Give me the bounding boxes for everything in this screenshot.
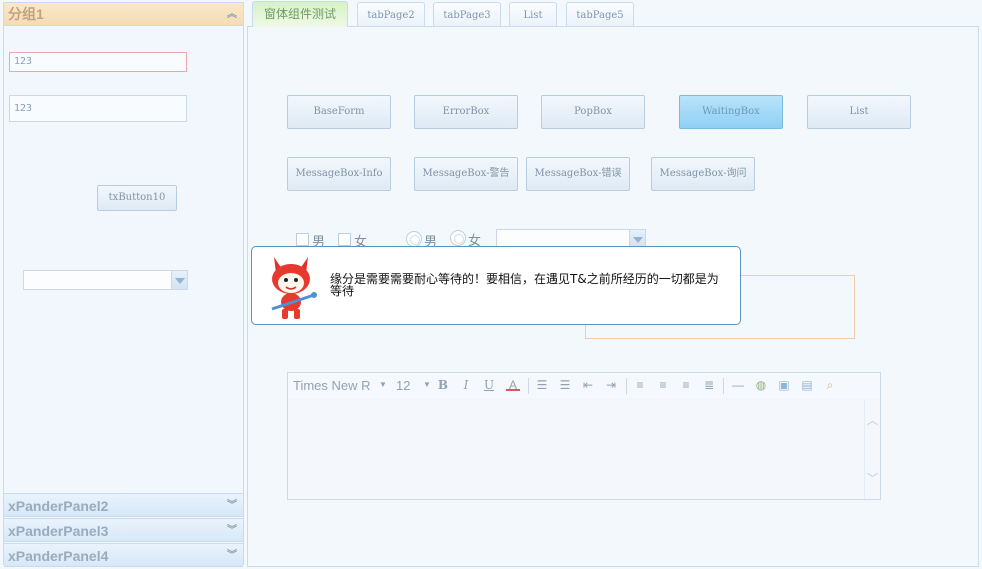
left-accordion-panel: 分组1 ︽ 123 123 txButton10 xPanderPanel2 ︾… [3,2,244,567]
indent-icon[interactable]: ⇥ [604,378,618,392]
tab-list[interactable]: List [509,2,557,26]
rich-text-editor: Times New R ▼ 12 ▼ B I U A ☰ ☰ ⇤ ⇥ ≡ ≡ ≡… [287,372,881,500]
left-combobox[interactable] [23,270,188,290]
expand-chevron-icon[interactable]: ︾ [227,544,237,568]
justify-icon[interactable]: ≣ [702,378,716,392]
font-size-select[interactable]: 12 [396,378,410,393]
checkbox-male[interactable] [296,233,309,246]
tab-tabpage3[interactable]: tabPage3 [433,2,501,26]
txbutton10-button[interactable]: txButton10 [97,185,177,211]
messagebox-warning-button[interactable]: MessageBox-警告 [414,157,518,191]
editor-scrollbar[interactable]: ︿ ﹀ [864,400,880,499]
checkbox-female[interactable] [338,233,351,246]
panel4-title: xPanderPanel4 [8,548,109,564]
panel3-title: xPanderPanel3 [8,523,109,539]
scroll-down-icon[interactable]: ﹀ [867,470,878,486]
toolbar-separator [723,378,724,394]
group1-title: 分组1 [8,6,44,22]
panel2-title: xPanderPanel2 [8,498,109,514]
toolbar-separator [626,378,627,394]
waitingbox-button[interactable]: WaitingBox [679,95,783,129]
align-left-icon[interactable]: ≡ [633,378,647,392]
radio-female[interactable] [450,230,466,246]
middle-combobox[interactable] [496,229,646,247]
textbox-1[interactable]: 123 [9,52,187,72]
outdent-icon[interactable]: ⇤ [581,378,595,392]
textbox-2[interactable]: 123 [9,95,187,122]
collapse-chevron-icon[interactable]: ︽ [227,3,237,26]
bold-icon[interactable]: B [436,378,450,392]
xpanderpanel2-header[interactable]: xPanderPanel2 ︾ [4,493,243,517]
dropdown-arrow-icon[interactable] [171,271,187,289]
fox-mascot-icon [271,257,317,319]
editor-toolbar: Times New R ▼ 12 ▼ B I U A ☰ ☰ ⇤ ⇥ ≡ ≡ ≡… [288,373,880,399]
tab-tabpage2[interactable]: tabPage2 [357,2,425,26]
messagebox-error-button[interactable]: MessageBox-错误 [526,157,630,191]
italic-icon[interactable]: I [459,378,473,392]
insert-image-icon[interactable]: ▣ [777,378,791,392]
bullet-list-icon[interactable]: ☰ [558,378,572,392]
messagebox-info-button[interactable]: MessageBox-Info [287,157,391,191]
tab-tabpage5[interactable]: tabPage5 [566,2,634,26]
align-right-icon[interactable]: ≡ [679,378,693,392]
dropdown-arrow-icon[interactable] [629,230,645,246]
font-name-select[interactable]: Times New R [293,378,371,393]
link-globe-icon[interactable]: ◍ [754,378,768,392]
expand-chevron-icon[interactable]: ︾ [227,494,237,518]
chevron-down-icon[interactable]: ▼ [420,378,434,392]
popbox-button[interactable]: PopBox [541,95,645,129]
messagebox-question-button[interactable]: MessageBox-询问 [651,157,755,191]
numbered-list-icon[interactable]: ☰ [535,378,549,392]
horizontal-rule-icon[interactable]: — [731,378,745,392]
baseform-button[interactable]: BaseForm [287,95,391,129]
tab-form-components[interactable]: 窗体组件测试 [252,1,348,27]
group1-header[interactable]: 分组1 ︽ [4,3,243,26]
find-icon[interactable]: ⌕ [823,378,837,392]
list-button[interactable]: List [807,95,911,129]
waiting-box-popup: 缘分是需要需要耐心等待的！要相信，在遇见T&之前所经历的一切都是为等待 [251,246,741,325]
font-color-icon[interactable]: A [506,378,520,392]
chevron-down-icon[interactable]: ▼ [376,378,390,392]
underline-icon[interactable]: U [482,378,496,392]
toolbar-separator [528,378,529,394]
scroll-up-icon[interactable]: ︿ [867,412,878,428]
insert-table-icon[interactable]: ▤ [800,378,814,392]
xpanderpanel4-header[interactable]: xPanderPanel4 ︾ [4,543,243,567]
align-center-icon[interactable]: ≡ [656,378,670,392]
popup-message: 缘分是需要需要耐心等待的！要相信，在遇见T&之前所经历的一切都是为等待 [330,272,719,298]
radio-male[interactable] [406,231,422,247]
editor-text-area[interactable] [288,400,864,499]
errorbox-button[interactable]: ErrorBox [414,95,518,129]
xpanderpanel3-header[interactable]: xPanderPanel3 ︾ [4,518,243,542]
expand-chevron-icon[interactable]: ︾ [227,519,237,543]
